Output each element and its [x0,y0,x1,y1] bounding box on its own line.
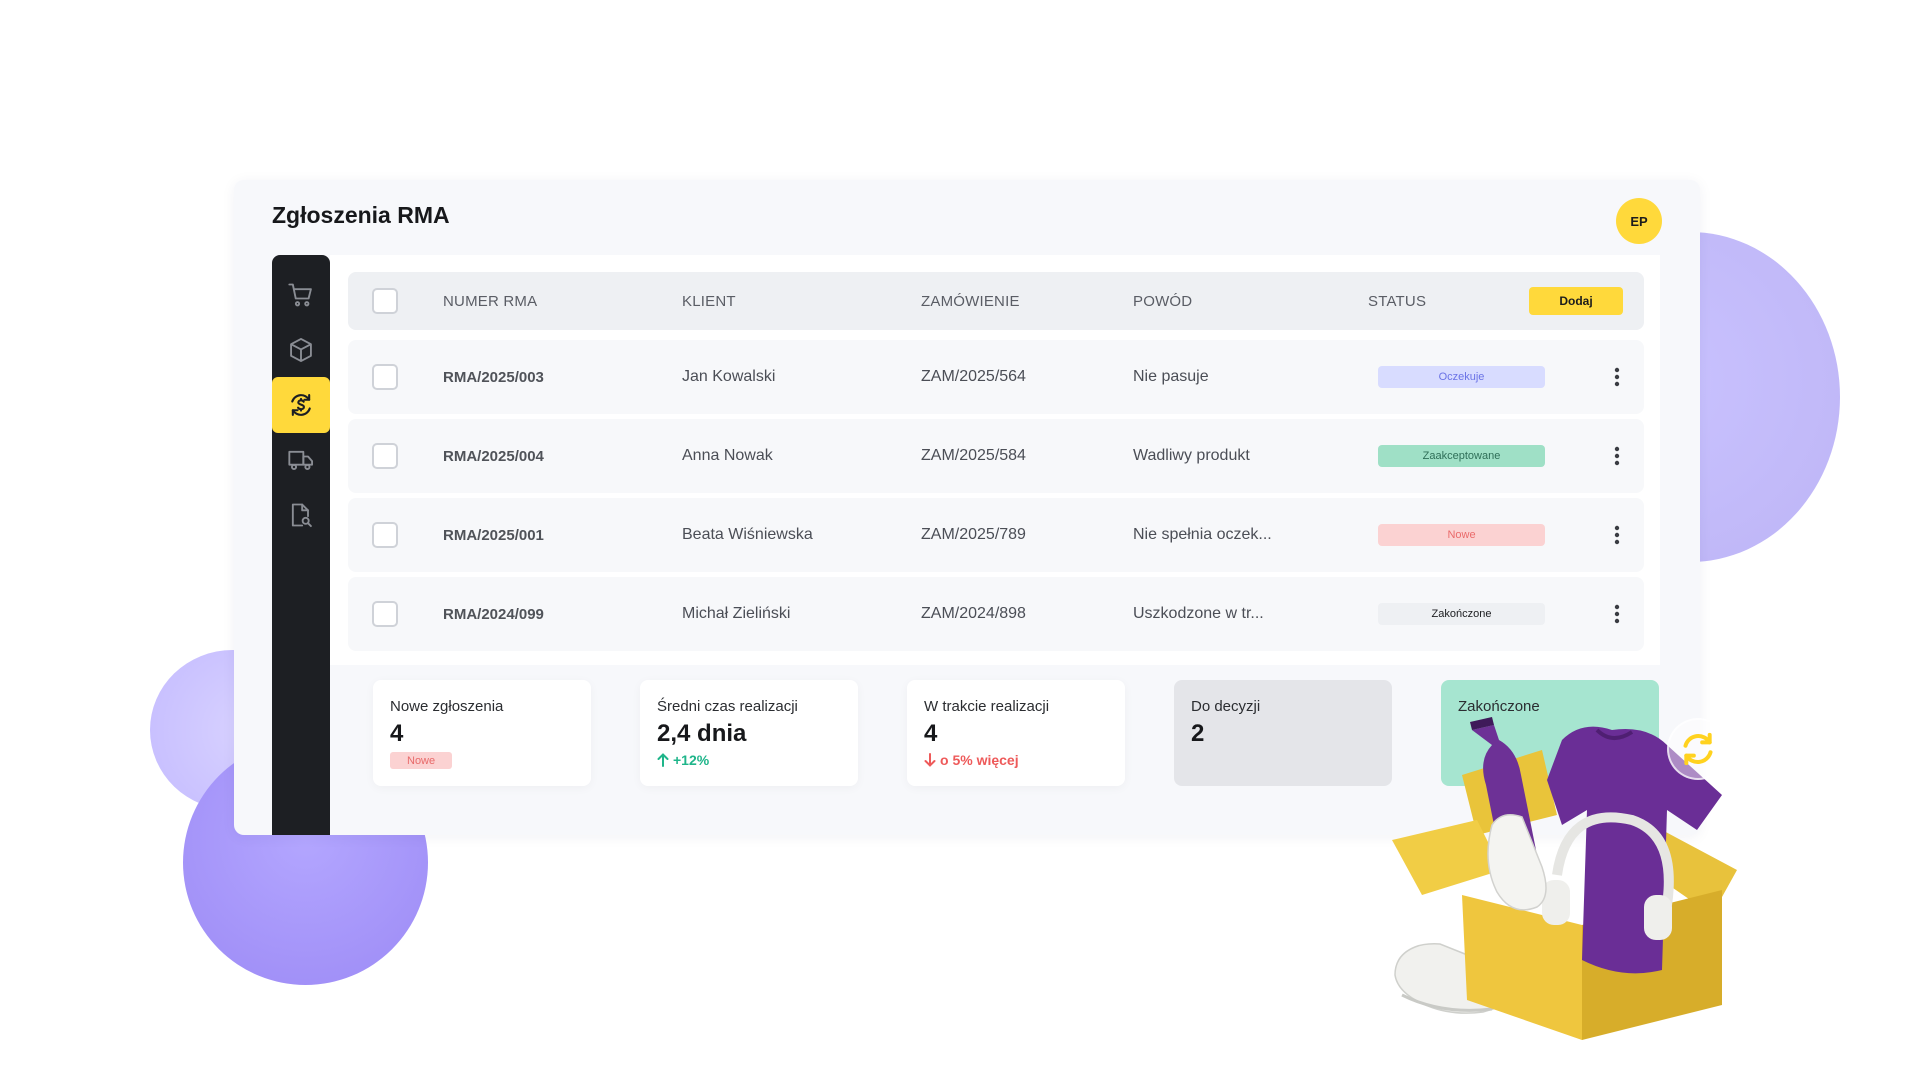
user-avatar[interactable]: EP [1616,198,1662,244]
status-badge: Zaakceptowane [1378,445,1545,467]
sidebar [272,255,330,835]
sidebar-item-orders[interactable] [272,267,330,323]
row-checkbox[interactable] [372,443,398,469]
stat-card-in-progress[interactable]: W trakcie realizacji 4 o 5% więcej [907,680,1125,786]
row-menu-icon[interactable] [1605,599,1629,629]
return-reason: Nie pasuje [1133,368,1209,385]
select-all-checkbox[interactable] [372,288,398,314]
rma-table: NUMER RMA KLIENT ZAMÓWIENIE POWÓD STATUS… [330,255,1660,665]
stat-label: Średni czas realizacji [657,698,798,715]
rma-number: RMA/2024/099 [443,605,544,623]
order-number: ZAM/2025/564 [921,368,1026,385]
row-menu-icon[interactable] [1605,362,1629,392]
client-name: Beata Wiśniewska [682,526,813,543]
column-header-reason[interactable]: POWÓD [1133,272,1192,330]
stat-label: Nowe zgłoszenia [390,698,504,715]
truck-icon [288,450,314,471]
row-checkbox[interactable] [372,522,398,548]
return-reason: Uszkodzone w tr... [1133,605,1264,622]
row-menu-icon[interactable] [1605,441,1629,471]
stat-value: 2 [1191,720,1205,747]
table-row[interactable]: RMA/2024/099 Michał Zieliński ZAM/2024/8… [348,577,1644,651]
stat-value: 4 [924,720,938,747]
stat-change: o 5% więcej [940,752,1019,768]
order-number: ZAM/2025/584 [921,447,1026,464]
box-icon [290,337,312,363]
stat-value: 4 [390,720,404,747]
status-badge: Zakończone [1378,603,1545,625]
stat-card-avg-time[interactable]: Średni czas realizacji 2,4 dnia +12% [640,680,858,786]
return-reason: Nie spełnia oczek... [1133,526,1272,543]
returns-icon [291,394,311,416]
stat-value: 2,4 dnia [657,720,747,747]
table-row[interactable]: RMA/2025/001 Beata Wiśniewska ZAM/2025/7… [348,498,1644,572]
column-header-status[interactable]: STATUS [1368,272,1426,330]
sync-icon [1667,718,1729,780]
arrow-up-icon [657,753,669,767]
stat-change: +12% [673,752,710,768]
rma-number: RMA/2025/001 [443,526,544,544]
sidebar-item-shipping[interactable] [272,432,330,488]
row-checkbox[interactable] [372,601,398,627]
new-badge: Nowe [390,752,453,769]
rma-number: RMA/2025/003 [443,368,544,386]
column-header-order[interactable]: ZAMÓWIENIE [921,272,1020,330]
table-row[interactable]: RMA/2025/003 Jan Kowalski ZAM/2025/564 N… [348,340,1644,414]
row-checkbox[interactable] [372,364,398,390]
column-header-client[interactable]: KLIENT [682,272,736,330]
client-name: Anna Nowak [682,447,773,464]
page-title: Zgłoszenia RMA [272,202,450,228]
stat-card-new[interactable]: Nowe zgłoszenia 4 Nowe [373,680,591,786]
status-badge: Nowe [1378,524,1545,546]
stat-label: W trakcie realizacji [924,698,1050,715]
sidebar-item-products[interactable] [272,322,330,378]
stat-card-pending[interactable]: Do decyzji 2 [1174,680,1392,786]
table-row[interactable]: RMA/2025/004 Anna Nowak ZAM/2025/584 Wad… [348,419,1644,493]
client-name: Jan Kowalski [682,368,776,385]
document-search-icon [291,503,312,528]
return-reason: Wadliwy produkt [1133,447,1250,464]
sidebar-item-returns[interactable] [272,377,330,433]
column-header-rma[interactable]: NUMER RMA [443,272,537,330]
order-number: ZAM/2025/789 [921,526,1026,543]
add-button[interactable]: Dodaj [1529,287,1623,315]
cart-icon [288,283,312,307]
status-badge: Oczekuje [1378,366,1545,388]
stat-label: Do decyzji [1191,698,1261,715]
arrow-down-icon [924,753,936,767]
rma-number: RMA/2025/004 [443,447,544,465]
sidebar-item-documents[interactable] [272,487,330,543]
client-name: Michał Zieliński [682,605,791,622]
row-menu-icon[interactable] [1605,520,1629,550]
order-number: ZAM/2024/898 [921,605,1026,622]
table-header: NUMER RMA KLIENT ZAMÓWIENIE POWÓD STATUS… [348,272,1644,330]
